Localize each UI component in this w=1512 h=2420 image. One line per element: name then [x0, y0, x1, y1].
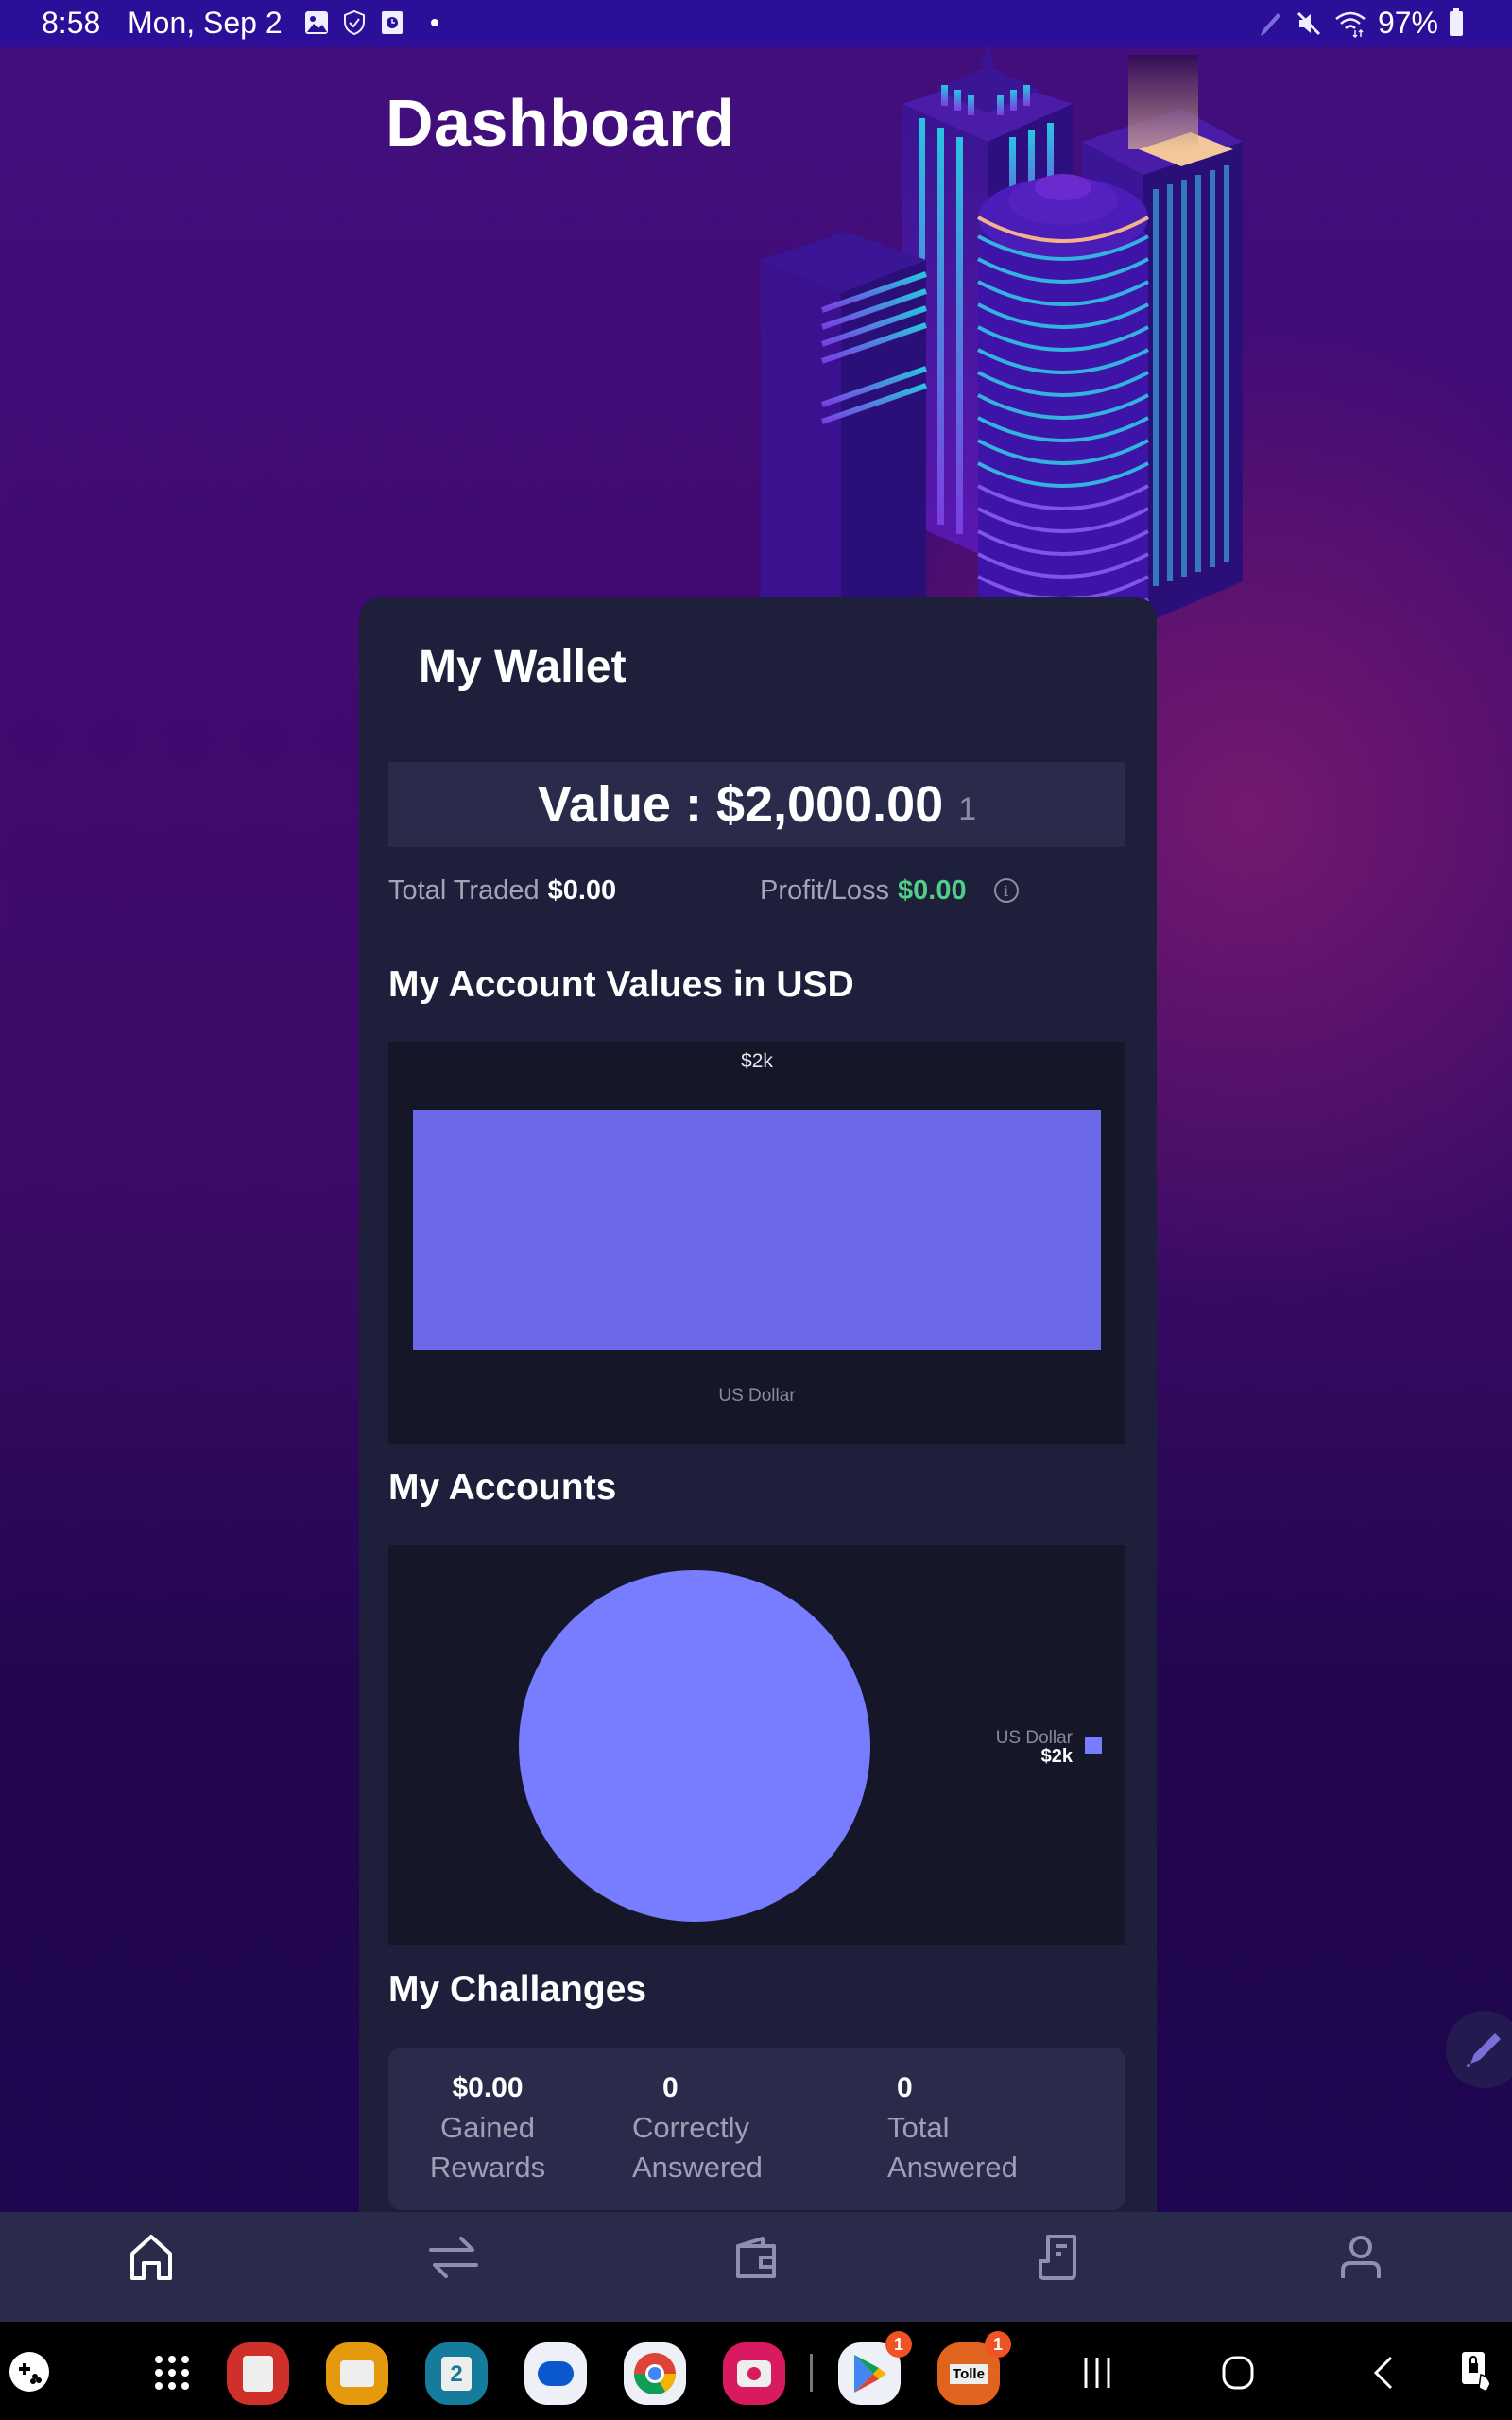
status-bar: 8:58 Mon, Sep 2 97% — [0, 0, 1512, 47]
pie-slice-us-dollar[interactable] — [519, 1570, 870, 1922]
edit-button[interactable] — [1446, 2011, 1512, 2088]
camera-app-icon[interactable] — [723, 2342, 785, 2405]
total-traded: Total Traded $0.00 — [388, 872, 616, 909]
accounts-title: My Accounts — [388, 1467, 617, 1508]
wallet-icon — [736, 2237, 776, 2278]
files-app-icon[interactable] — [326, 2342, 388, 2405]
status-time: 8:58 — [42, 6, 101, 40]
dock-divider — [810, 2354, 813, 2392]
stat-label: Gained Rewards — [429, 2111, 546, 2184]
pencil-icon — [1467, 2033, 1501, 2067]
gallery-icon — [305, 11, 328, 34]
home-icon — [130, 2235, 172, 2280]
messages-app-icon[interactable] — [524, 2342, 587, 2405]
nav-trade[interactable] — [397, 2220, 510, 2295]
stat-gained-rewards: $0.00 Gained Rewards — [417, 2072, 558, 2187]
battery-percent: 97% — [1377, 6, 1438, 40]
stat-value: 0 — [662, 2072, 679, 2103]
recent-apps-button[interactable] — [1080, 2354, 1114, 2392]
legend-label: US Dollar — [996, 1728, 1074, 1748]
notification-dot-icon — [431, 19, 438, 26]
challenges-title: My Challanges — [388, 1969, 647, 2010]
stat-label: Total Answered — [887, 2111, 1018, 2184]
home-button[interactable] — [1221, 2354, 1255, 2392]
battery-icon — [1450, 7, 1463, 36]
wallet-value: Value : $2,000.00 — [537, 776, 944, 833]
user-icon — [1341, 2236, 1381, 2278]
challenges-stats: $0.00 Gained Rewards 0 Correctly Answered … — [388, 2048, 1125, 2210]
status-date: Mon, Sep 2 — [128, 6, 283, 40]
stat-label: Correctly Answered — [632, 2111, 763, 2184]
receipt-icon — [1039, 2235, 1076, 2280]
legend-value: $2k — [1041, 1746, 1074, 1767]
touch-lock-icon[interactable] — [1460, 2348, 1498, 2395]
total-traded-value: $0.00 — [547, 874, 617, 906]
game-launcher-icon[interactable] — [9, 2352, 49, 2392]
notification-badge: 1 — [985, 2331, 1011, 2358]
shield-check-icon — [344, 9, 365, 36]
nav-home[interactable] — [94, 2220, 208, 2295]
info-icon[interactable]: i — [993, 878, 1019, 903]
profit-loss-value: $0.00 — [898, 874, 967, 906]
app-drawer-icon[interactable] — [153, 2354, 191, 2392]
nav-wallet[interactable] — [699, 2220, 813, 2295]
bar-data-label: $2k — [741, 1050, 773, 1072]
swap-arrows-icon — [429, 2237, 478, 2278]
calendar-app-icon[interactable]: 2 — [425, 2342, 488, 2405]
legend-swatch[interactable] — [1085, 1737, 1102, 1754]
total-traded-label: Total Traded — [388, 874, 540, 906]
profit-loss-label: Profit/Loss — [760, 874, 889, 906]
stat-total-answered: 0 Total Answered — [887, 2072, 1020, 2187]
nav-history[interactable] — [1002, 2220, 1115, 2295]
bar-us-dollar[interactable] — [413, 1110, 1101, 1350]
system-nav-bar: 2 1 Tolle 1 — [0, 2322, 1512, 2420]
stat-value: $0.00 — [452, 2072, 524, 2103]
stat-value: 0 — [897, 2072, 913, 2103]
wallet-value-suffix: 1 — [958, 790, 977, 827]
play-store-app-icon[interactable]: 1 — [838, 2331, 912, 2405]
pie-chart: US Dollar $2k — [388, 1545, 1125, 1945]
clock-app-icon — [382, 11, 403, 34]
mute-icon — [1297, 11, 1321, 35]
chrome-app-icon[interactable] — [624, 2342, 686, 2405]
wallet-title: My Wallet — [419, 642, 627, 692]
profit-loss: Profit/Loss $0.00 i — [760, 872, 1019, 909]
account-values-title: My Account Values in USD — [388, 964, 854, 1005]
nav-profile[interactable] — [1304, 2220, 1418, 2295]
bar-chart: $2k US Dollar — [388, 1042, 1125, 1444]
notification-badge: 1 — [885, 2331, 912, 2358]
pen-icon — [1260, 12, 1280, 36]
notes-app-icon[interactable] — [227, 2342, 289, 2405]
page-title: Dashboard — [386, 86, 736, 160]
stat-correctly-answered: 0 Correctly Answered — [632, 2072, 763, 2187]
bar-category-label: US Dollar — [718, 1386, 796, 1406]
tolle-app-icon[interactable]: Tolle 1 — [937, 2331, 1011, 2405]
back-button[interactable] — [1368, 2354, 1397, 2392]
wallet-value-box: Value : $2,000.00 1 — [388, 762, 1125, 847]
bottom-nav — [0, 2212, 1512, 2322]
wifi-icon — [1335, 11, 1366, 38]
